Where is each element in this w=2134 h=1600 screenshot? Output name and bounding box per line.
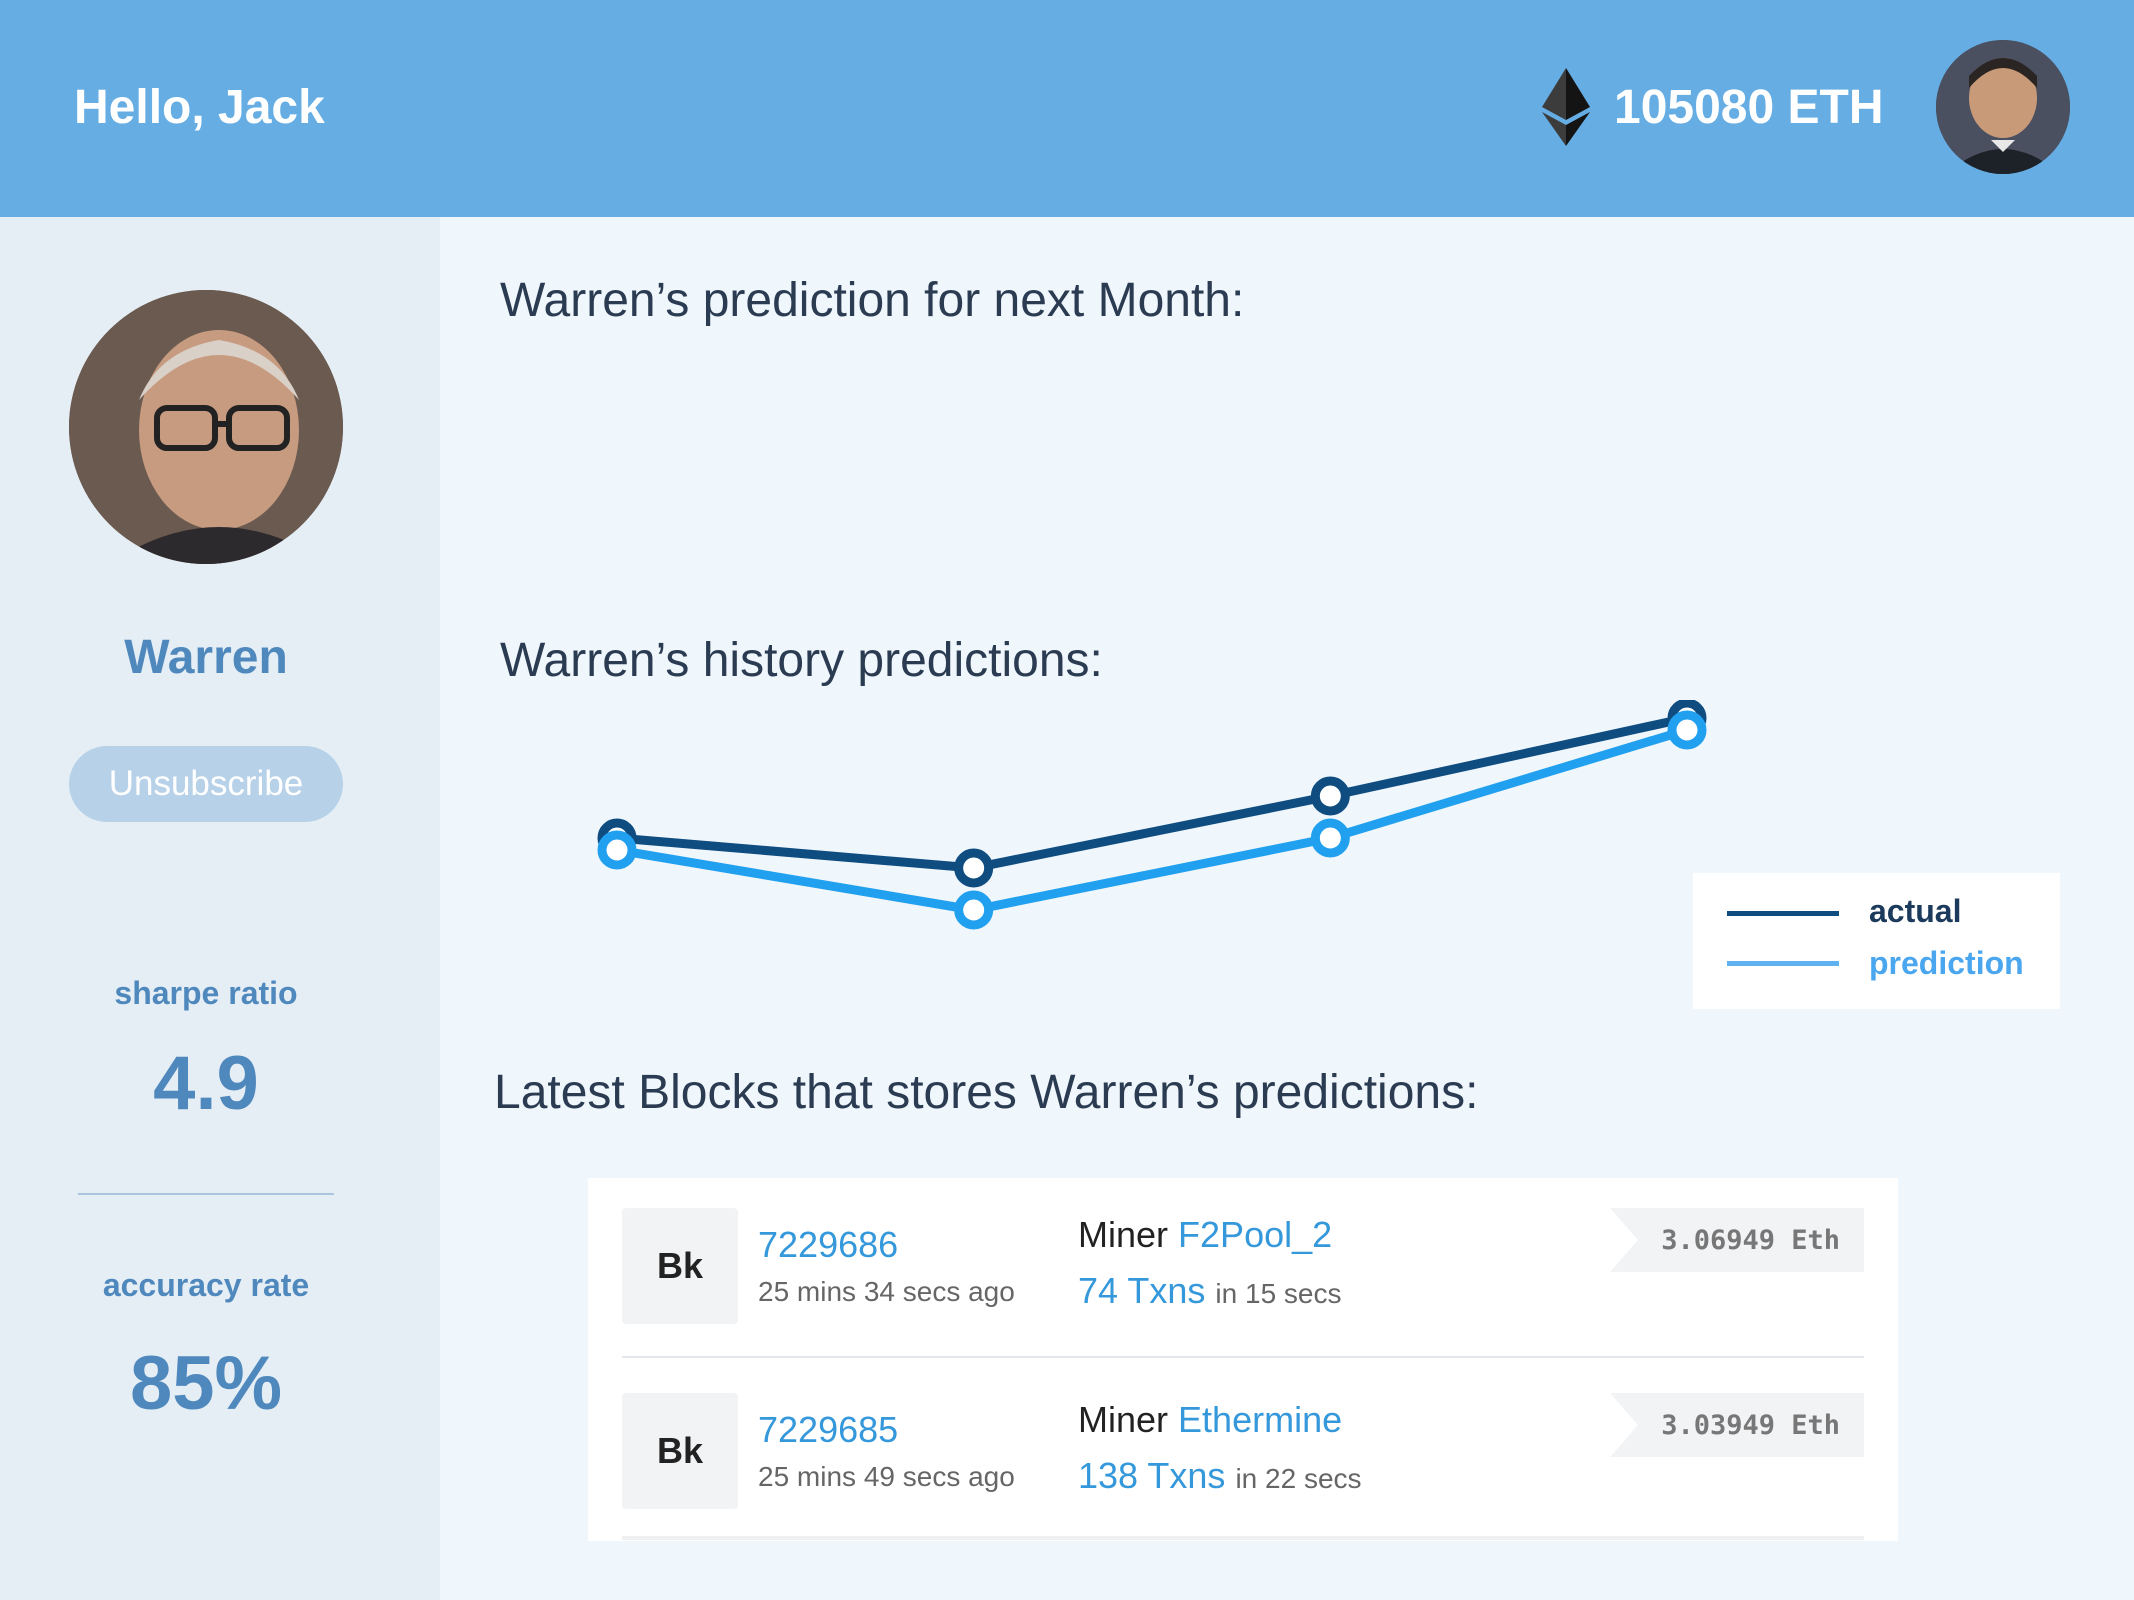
accuracy-rate-label: accuracy rate <box>102 1267 310 1303</box>
legend-prediction-label: prediction <box>1869 945 2024 981</box>
sharpe-ratio-value: 4.9 <box>153 1041 259 1126</box>
txn-line: 74 Txns in 15 secs <box>1078 1270 1342 1312</box>
block-number-link[interactable]: 7229686 <box>758 1224 898 1266</box>
ethereum-icon <box>1542 68 1590 146</box>
txn-line: 138 Txns in 22 secs <box>1078 1455 1362 1497</box>
greeting-text: Hello, Jack <box>74 81 325 134</box>
sharpe-ratio-label: sharpe ratio <box>114 975 298 1011</box>
profile-avatar-image <box>69 290 343 564</box>
series-line-actual <box>616 713 1688 873</box>
block-badge: Bk <box>622 1208 738 1324</box>
data-point-prediction[interactable] <box>954 890 994 930</box>
blocks-title: Latest Blocks that stores Warren’s predi… <box>494 1066 1479 1119</box>
blocks-card: Bk 7229686 25 mins 34 secs ago Miner F2P… <box>588 1178 1898 1541</box>
miner-label: Miner <box>1078 1214 1169 1255</box>
miner-line: Miner F2Pool_2 <box>1078 1214 1332 1256</box>
block-age: 25 mins 34 secs ago <box>758 1276 1015 1307</box>
legend-actual-label: actual <box>1869 893 1962 929</box>
data-point-prediction[interactable] <box>1310 818 1350 858</box>
history-chart-svg <box>597 698 1707 930</box>
stats-divider <box>78 1193 334 1195</box>
block-reward: 3.06949 Eth <box>1610 1208 1864 1272</box>
next-month-title: Warren’s prediction for next Month: <box>500 274 1245 327</box>
history-title: Warren’s history predictions: <box>500 634 1103 687</box>
txn-duration: in 22 secs <box>1235 1463 1362 1494</box>
profile-name: Warren <box>124 631 288 684</box>
block-row: Bk 7229686 25 mins 34 secs ago Miner F2P… <box>622 1208 1864 1324</box>
txn-count-link[interactable]: 138 Txns <box>1078 1455 1225 1496</box>
block-row: Bk 7229685 25 mins 49 secs ago Miner Eth… <box>622 1393 1864 1509</box>
profile-avatar <box>69 290 343 564</box>
accuracy-rate-value: 85% <box>129 1341 283 1426</box>
history-chart <box>560 698 1760 1000</box>
unsubscribe-button[interactable]: Unsubscribe <box>69 746 343 822</box>
block-number-link[interactable]: 7229685 <box>758 1409 898 1451</box>
miner-link[interactable]: Ethermine <box>1178 1399 1342 1440</box>
chart-legend: actual prediction <box>1693 873 2060 1009</box>
legend-prediction-swatch <box>1727 961 1839 966</box>
data-point-actual[interactable] <box>954 848 994 888</box>
miner-line: Miner Ethermine <box>1078 1399 1342 1441</box>
user-avatar-image <box>1936 40 2070 174</box>
block-badge: Bk <box>622 1393 738 1509</box>
row-divider <box>622 1356 1864 1358</box>
txn-duration: in 15 secs <box>1215 1278 1342 1309</box>
data-point-actual[interactable] <box>1310 776 1350 816</box>
legend-actual-swatch <box>1727 911 1839 916</box>
txn-count-link[interactable]: 74 Txns <box>1078 1270 1205 1311</box>
data-point-prediction[interactable] <box>597 830 637 870</box>
card-bottom-edge <box>622 1536 1864 1540</box>
eth-balance: 105080 ETH <box>1614 81 1884 134</box>
block-reward: 3.03949 Eth <box>1610 1393 1864 1457</box>
user-avatar[interactable] <box>1936 40 2070 174</box>
miner-link[interactable]: F2Pool_2 <box>1178 1214 1332 1255</box>
top-bar: Hello, Jack 105080 ETH <box>0 0 2134 217</box>
block-age: 25 mins 49 secs ago <box>758 1461 1015 1492</box>
miner-label: Miner <box>1078 1399 1169 1440</box>
data-point-prediction[interactable] <box>1667 710 1707 750</box>
